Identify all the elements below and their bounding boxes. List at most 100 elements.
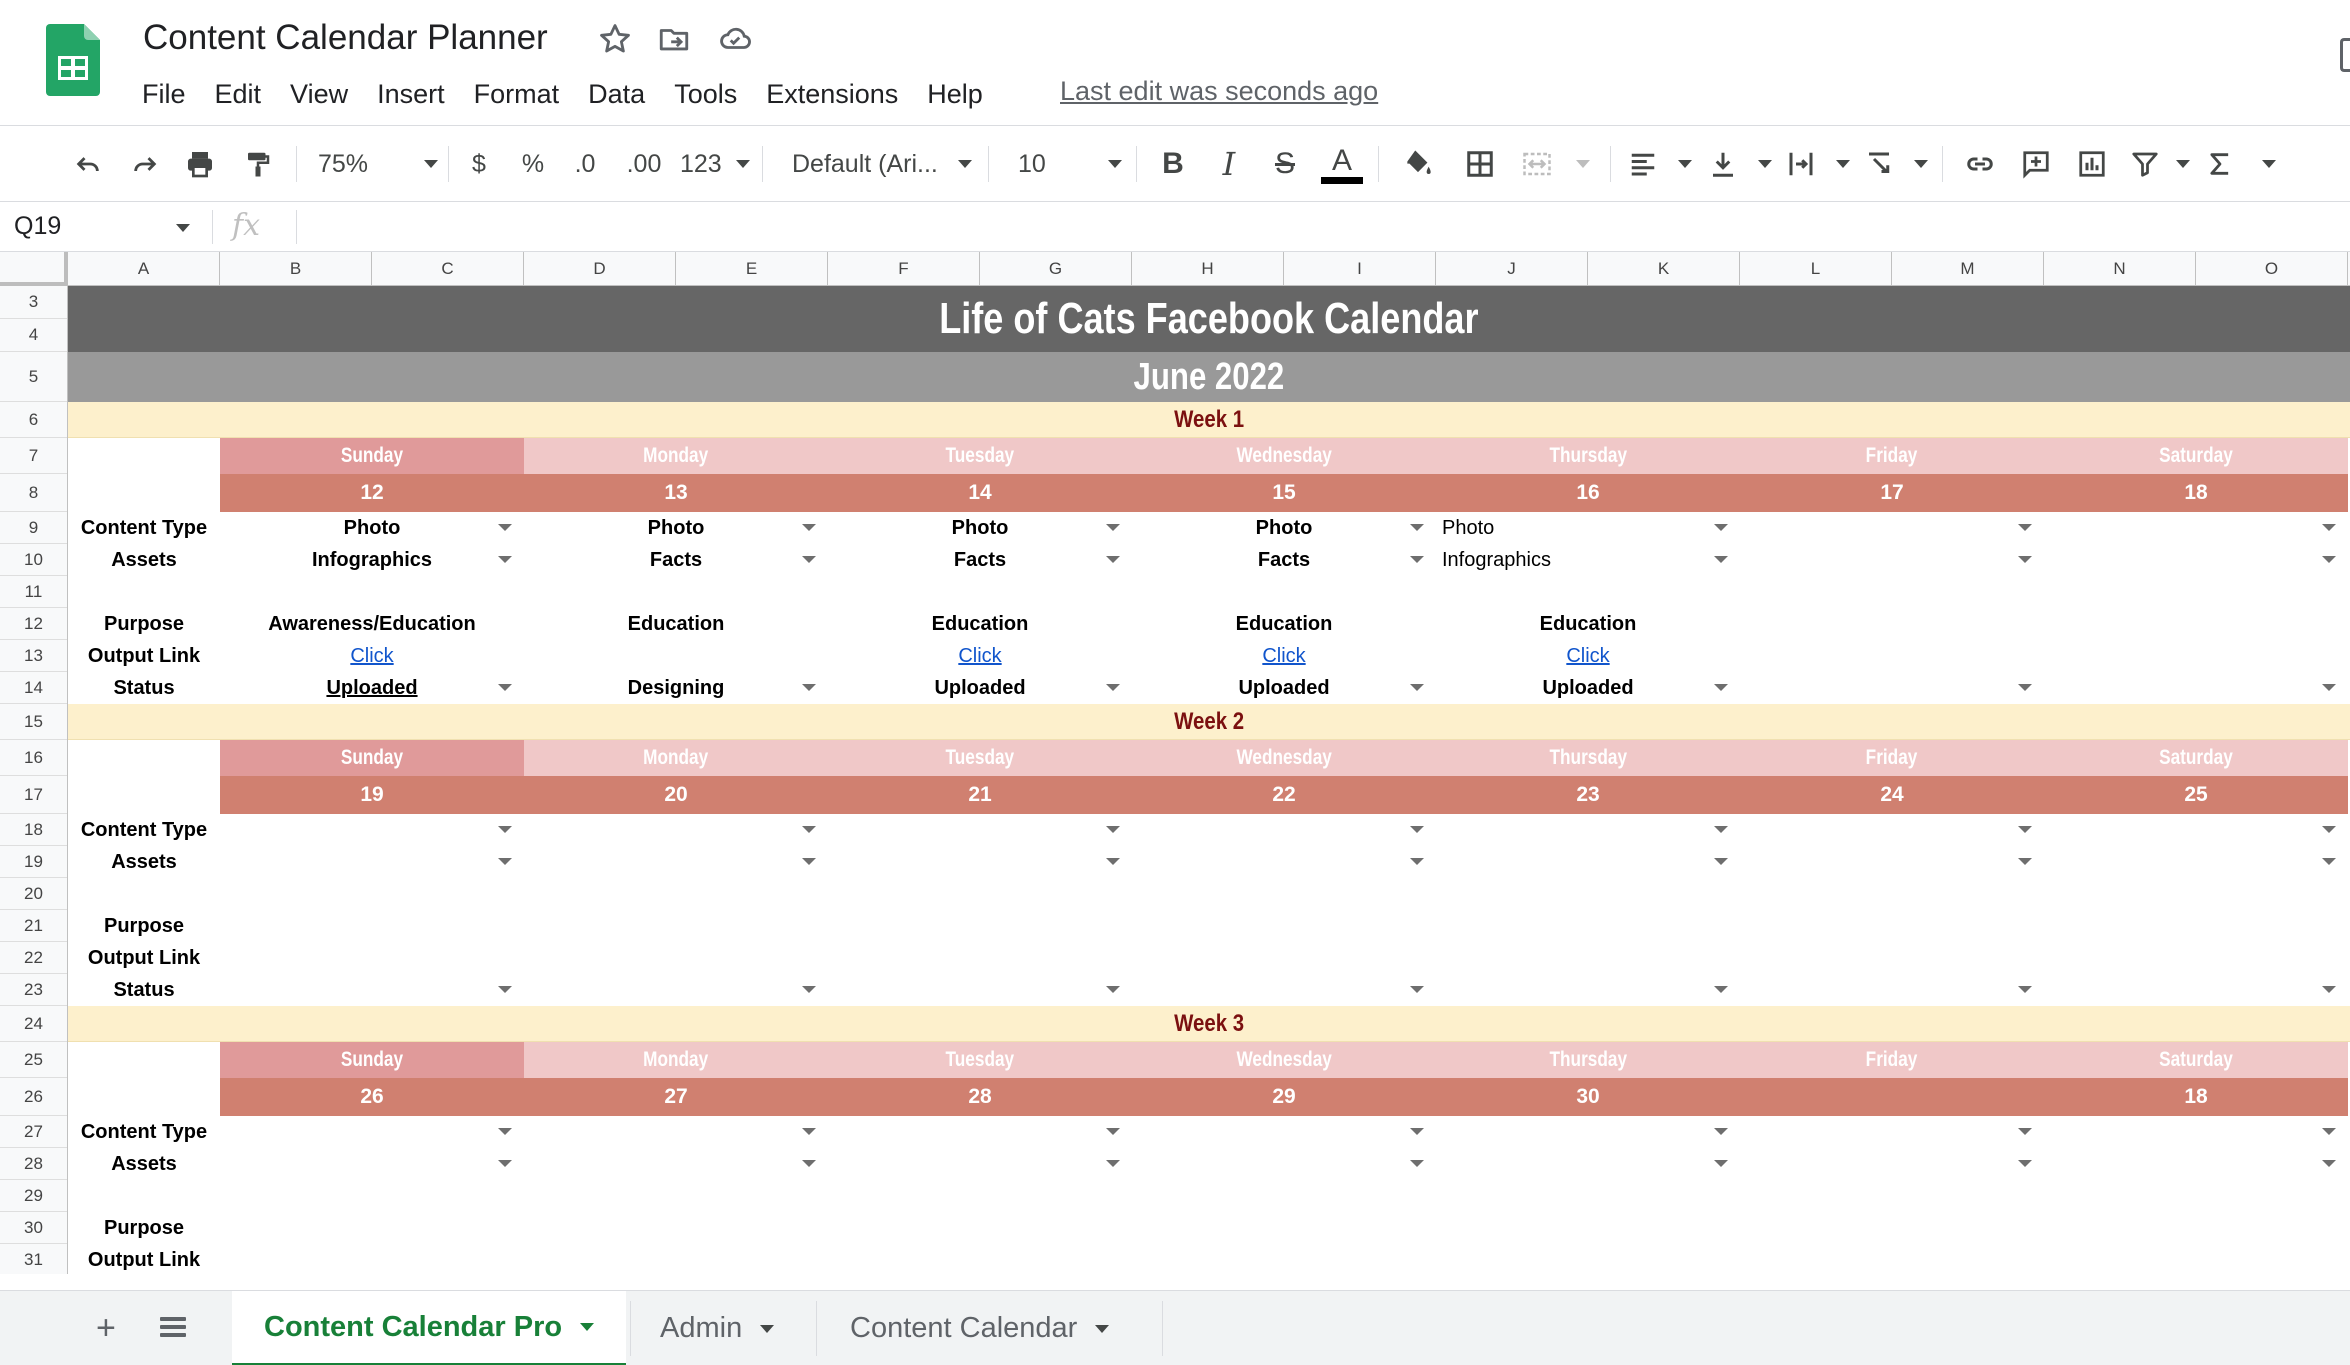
column-header[interactable]: K [1588, 252, 1740, 286]
cell-status[interactable]: Uploaded [1436, 677, 1740, 700]
row-header[interactable]: 3 [0, 286, 67, 319]
dropdown-arrow-icon[interactable] [498, 1128, 512, 1135]
row-header[interactable]: 19 [0, 846, 67, 878]
more-formats-button[interactable]: 123 [680, 144, 750, 184]
cell-area[interactable]: Life of Cats Facebook Calendar June 2022 W… [68, 286, 2350, 1274]
dropdown-arrow-icon[interactable] [1410, 826, 1424, 833]
row-header[interactable]: 14 [0, 672, 67, 704]
fill-color-icon[interactable] [1398, 144, 1438, 184]
dropdown-arrow-icon[interactable] [1410, 1160, 1424, 1167]
column-header[interactable]: H [1132, 252, 1284, 286]
dropdown-arrow-icon[interactable] [498, 826, 512, 833]
dropdown-arrow-icon[interactable] [2322, 684, 2336, 691]
dropdown-arrow-icon[interactable] [2018, 684, 2032, 691]
sheets-logo-icon[interactable] [46, 24, 100, 96]
percent-button[interactable]: % [518, 144, 548, 184]
dropdown-arrow-icon[interactable] [498, 1160, 512, 1167]
merge-cells-icon[interactable] [1520, 144, 1590, 184]
row-header[interactable]: 18 [0, 814, 67, 846]
dropdown-arrow-icon[interactable] [1106, 986, 1120, 993]
row-header[interactable]: 21 [0, 910, 67, 942]
cell-purpose[interactable]: Education [1436, 613, 1740, 636]
print-icon[interactable] [180, 144, 220, 184]
cell-assets[interactable]: Facts [1132, 549, 1436, 572]
row-header[interactable]: 9 [0, 512, 67, 544]
row-header[interactable]: 28 [0, 1148, 67, 1180]
row-header[interactable]: 15 [0, 704, 67, 740]
select-all-corner[interactable] [0, 252, 68, 286]
dropdown-arrow-icon[interactable] [2322, 1128, 2336, 1135]
cell-status[interactable]: Uploaded [220, 677, 524, 700]
decrease-decimal-button[interactable]: .0 [568, 144, 602, 184]
row-header[interactable]: 30 [0, 1212, 67, 1244]
row-header[interactable]: 12 [0, 608, 67, 640]
row-header[interactable]: 13 [0, 640, 67, 672]
move-icon[interactable] [657, 22, 691, 56]
currency-button[interactable]: $ [464, 144, 494, 184]
wrap-icon[interactable] [1786, 144, 1850, 184]
paint-format-icon[interactable] [238, 144, 278, 184]
increase-decimal-button[interactable]: .00 [622, 144, 666, 184]
undo-icon[interactable] [68, 144, 108, 184]
row-header[interactable]: 5 [0, 352, 67, 402]
column-header[interactable]: I [1284, 252, 1436, 286]
cell-assets[interactable]: Infographics [220, 549, 524, 572]
cell-assets[interactable]: Infographics [1442, 549, 1551, 572]
dropdown-arrow-icon[interactable] [1106, 826, 1120, 833]
cell-content-type[interactable]: Photo [524, 517, 828, 540]
menu-edit[interactable]: Edit [215, 79, 262, 110]
dropdown-arrow-icon[interactable] [1410, 986, 1424, 993]
dropdown-arrow-icon[interactable] [802, 858, 816, 865]
column-header[interactable]: G [980, 252, 1132, 286]
panel-icon[interactable] [2340, 38, 2350, 72]
dropdown-arrow-icon[interactable] [2018, 556, 2032, 563]
redo-icon[interactable] [125, 144, 165, 184]
cloud-status-icon[interactable] [718, 22, 752, 56]
column-header[interactable]: E [676, 252, 828, 286]
dropdown-arrow-icon[interactable] [1714, 858, 1728, 865]
row-header[interactable]: 7 [0, 438, 67, 474]
dropdown-arrow-icon[interactable] [802, 1160, 816, 1167]
menu-file[interactable]: File [142, 79, 186, 110]
row-header[interactable]: 29 [0, 1180, 67, 1212]
row-header[interactable]: 31 [0, 1244, 67, 1274]
cell-status[interactable]: Uploaded [1132, 677, 1436, 700]
row-header[interactable]: 23 [0, 974, 67, 1006]
chevron-down-icon[interactable] [176, 224, 190, 232]
dropdown-arrow-icon[interactable] [2018, 1128, 2032, 1135]
menu-insert[interactable]: Insert [377, 79, 445, 110]
dropdown-arrow-icon[interactable] [2322, 1160, 2336, 1167]
row-header[interactable]: 24 [0, 1006, 67, 1042]
add-sheet-button[interactable]: + [96, 1309, 116, 1348]
cell-content-type[interactable]: Photo [1442, 517, 1494, 540]
dropdown-arrow-icon[interactable] [1714, 556, 1728, 563]
column-header[interactable]: L [1740, 252, 1892, 286]
dropdown-arrow-icon[interactable] [2018, 524, 2032, 531]
chart-icon[interactable] [2072, 144, 2112, 184]
dropdown-arrow-icon[interactable] [2018, 858, 2032, 865]
row-header[interactable]: 17 [0, 776, 67, 814]
dropdown-arrow-icon[interactable] [802, 986, 816, 993]
output-link[interactable]: Click [828, 645, 1132, 668]
cell-purpose[interactable]: Education [524, 613, 828, 636]
comment-icon[interactable] [2016, 144, 2056, 184]
bold-button[interactable]: B [1156, 144, 1190, 184]
dropdown-arrow-icon[interactable] [1410, 1128, 1424, 1135]
column-header[interactable]: A [68, 252, 220, 286]
output-link[interactable]: Click [1436, 645, 1740, 668]
cell-assets[interactable]: Facts [524, 549, 828, 572]
row-header[interactable]: 8 [0, 474, 67, 512]
row-header[interactable]: 20 [0, 878, 67, 910]
dropdown-arrow-icon[interactable] [2322, 524, 2336, 531]
cell-purpose[interactable]: Education [1132, 613, 1436, 636]
menu-format[interactable]: Format [474, 79, 560, 110]
star-icon[interactable] [598, 22, 632, 56]
menu-view[interactable]: View [290, 79, 348, 110]
cell-content-type[interactable]: Photo [220, 517, 524, 540]
row-header[interactable]: 26 [0, 1078, 67, 1116]
dropdown-arrow-icon[interactable] [1106, 1160, 1120, 1167]
column-header[interactable]: N [2044, 252, 2196, 286]
column-header[interactable]: B [220, 252, 372, 286]
dropdown-arrow-icon[interactable] [2322, 986, 2336, 993]
dropdown-arrow-icon[interactable] [2322, 826, 2336, 833]
